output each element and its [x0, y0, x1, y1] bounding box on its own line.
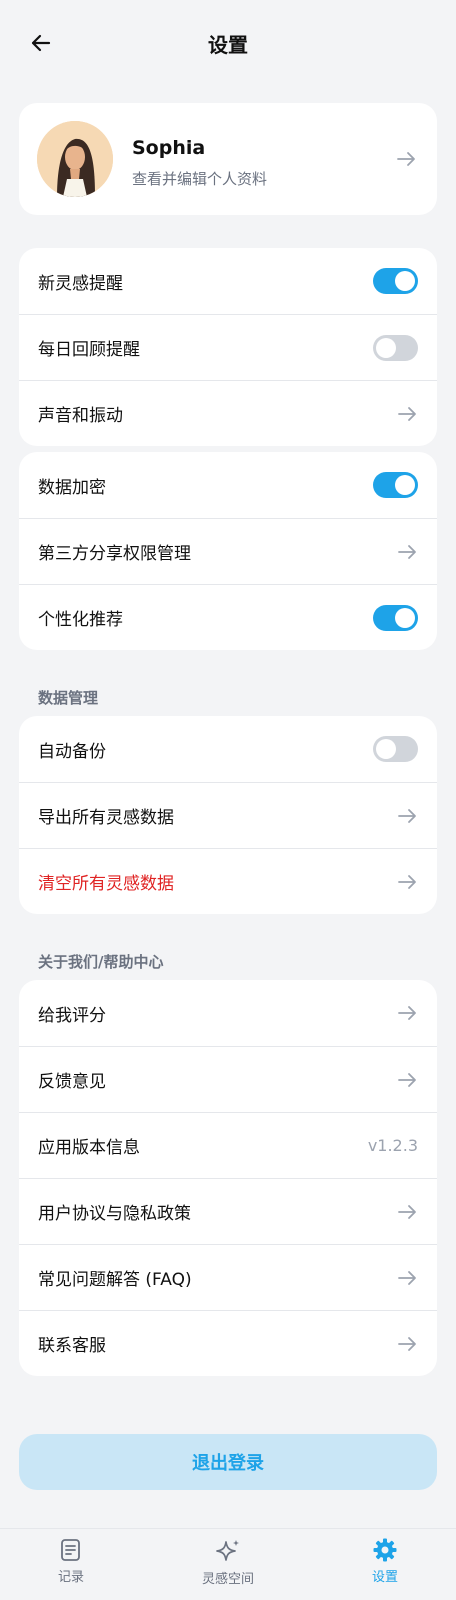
toggle-knob: [376, 739, 396, 759]
section-title-data-management: 数据管理: [38, 689, 99, 707]
settings-row-rate-us[interactable]: 给我评分: [19, 980, 437, 1046]
toggle-knob: [395, 271, 415, 291]
settings-row-user-agreement[interactable]: 用户协议与隐私政策: [19, 1178, 437, 1244]
settings-row-auto-backup[interactable]: 自动备份: [19, 716, 437, 782]
note-icon: [61, 1539, 80, 1561]
arrow-right-icon: [398, 1270, 416, 1285]
row-label: 新灵感提醒: [38, 273, 123, 294]
data-management-card: 自动备份 导出所有灵感数据 清空所有灵感数据: [19, 716, 437, 914]
toggle-knob: [395, 607, 415, 628]
arrow-right-icon: [398, 1006, 416, 1020]
settings-row-contact-support[interactable]: 联系客服: [19, 1310, 437, 1376]
personalized-recommendation-toggle[interactable]: [373, 604, 418, 631]
profile-subtitle: 查看并编辑个人资料: [132, 170, 268, 188]
row-label: 个性化推荐: [38, 610, 123, 630]
tab-label: 灵感空间: [201, 1572, 254, 1587]
avatar: [37, 121, 113, 197]
settings-row-daily-review-reminder[interactable]: 每日回顾提醒: [19, 314, 437, 380]
profile-card[interactable]: Sophia 查看并编辑个人资料: [19, 103, 437, 215]
row-label: 清空所有灵感数据: [38, 874, 174, 894]
settings-row-export-data[interactable]: 导出所有灵感数据: [19, 782, 437, 848]
daily-review-reminder-toggle[interactable]: [373, 334, 418, 361]
row-label: 第三方分享权限管理: [38, 544, 191, 564]
row-label: 数据加密: [38, 477, 106, 498]
about-help-card: 给我评分 反馈意见 应用版本信息 v1.2.3 用户协议与隐私政策 常见问题解答…: [19, 980, 437, 1376]
privacy-settings-card: 数据加密 第三方分享权限管理 个性化推荐: [19, 452, 437, 650]
new-inspiration-reminder-toggle[interactable]: [373, 268, 418, 294]
logout-button[interactable]: 退出登录: [19, 1434, 437, 1490]
arrow-right-icon: [398, 406, 416, 421]
row-label: 自动备份: [38, 741, 106, 762]
top-bar: 设置: [0, 0, 456, 86]
arrow-right-icon: [398, 1336, 416, 1351]
row-label: 用户协议与隐私政策: [38, 1204, 191, 1224]
settings-row-data-encryption[interactable]: 数据加密: [19, 452, 437, 518]
row-label: 反馈意见: [38, 1072, 106, 1092]
row-label: 常见问题解答 (FAQ): [38, 1270, 192, 1290]
settings-row-sound-vibration[interactable]: 声音和振动: [19, 380, 437, 446]
arrow-right-icon: [397, 152, 415, 166]
row-label: 声音和振动: [38, 406, 123, 426]
arrow-right-icon: [398, 808, 416, 823]
tab-label: 记录: [57, 1570, 84, 1585]
page-title: 设置: [208, 33, 248, 57]
tab-label: 设置: [371, 1570, 398, 1585]
gear-icon: [373, 1538, 397, 1562]
arrow-right-icon: [398, 874, 416, 889]
row-label: 给我评分: [38, 1005, 106, 1026]
app-version-value: v1.2.3: [367, 1136, 418, 1155]
tab-settings[interactable]: 设置: [335, 1537, 435, 1585]
settings-row-app-version[interactable]: 应用版本信息 v1.2.3: [19, 1112, 437, 1178]
toggle-knob: [395, 475, 415, 495]
section-title-about-help: 关于我们/帮助中心: [38, 953, 164, 971]
row-label: 导出所有灵感数据: [38, 808, 174, 828]
notification-settings-card: 新灵感提醒 每日回顾提醒 声音和振动: [19, 248, 437, 446]
arrow-right-icon: [398, 1204, 416, 1219]
settings-row-clear-data[interactable]: 清空所有灵感数据: [19, 848, 437, 914]
bottom-tab-bar: 记录 灵感空间 设置: [0, 1528, 456, 1600]
arrow-right-icon: [398, 1072, 416, 1087]
sparkle-icon: [216, 1540, 239, 1561]
settings-row-third-party-sharing[interactable]: 第三方分享权限管理: [19, 518, 437, 584]
row-label: 应用版本信息: [38, 1138, 140, 1158]
profile-name: Sophia: [132, 137, 206, 159]
settings-row-faq[interactable]: 常见问题解答 (FAQ): [19, 1244, 437, 1310]
auto-backup-toggle[interactable]: [373, 736, 418, 762]
toggle-knob: [376, 337, 396, 358]
settings-row-feedback[interactable]: 反馈意见: [19, 1046, 437, 1112]
tab-records[interactable]: 记录: [21, 1537, 121, 1585]
arrow-right-icon: [398, 544, 416, 559]
data-encryption-toggle[interactable]: [373, 472, 418, 498]
settings-row-new-inspiration-reminder[interactable]: 新灵感提醒: [19, 248, 437, 314]
settings-row-personalized-recommendation[interactable]: 个性化推荐: [19, 584, 437, 650]
row-label: 每日回顾提醒: [38, 340, 140, 360]
tab-inspiration-space[interactable]: 灵感空间: [178, 1537, 278, 1587]
row-label: 联系客服: [38, 1336, 106, 1356]
